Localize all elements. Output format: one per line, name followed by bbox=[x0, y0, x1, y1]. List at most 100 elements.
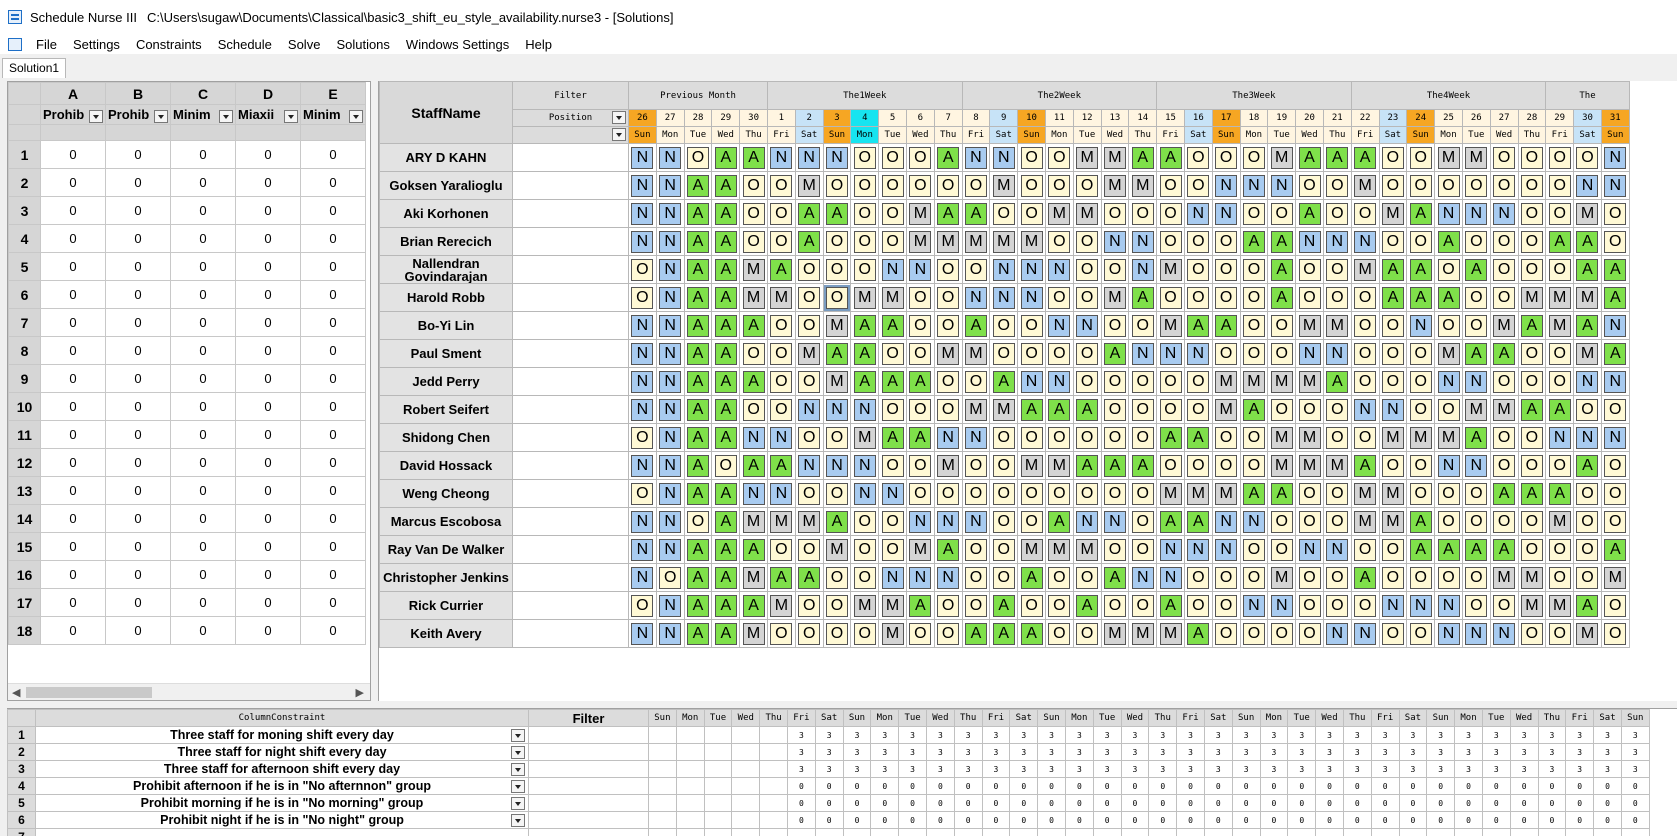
shift-cell[interactable]: O bbox=[822, 423, 852, 452]
shift-cell[interactable]: M bbox=[1378, 479, 1408, 508]
shift-cell[interactable]: N bbox=[1156, 535, 1185, 564]
shift-cell[interactable]: O bbox=[822, 619, 852, 648]
shift-cell[interactable]: O bbox=[1406, 479, 1436, 508]
shift-cell[interactable]: N bbox=[1489, 619, 1519, 648]
constraint-day-value[interactable] bbox=[703, 760, 733, 778]
shift-cell[interactable]: M bbox=[739, 255, 768, 284]
constraint-day-value[interactable]: 3 bbox=[1315, 760, 1344, 778]
chevron-down-icon[interactable] bbox=[349, 109, 363, 123]
constraint-day-value[interactable]: 0 bbox=[1231, 777, 1261, 795]
shift-cell[interactable]: O bbox=[1239, 311, 1269, 340]
shift-cell[interactable]: O bbox=[1600, 479, 1630, 508]
shift-cell[interactable]: N bbox=[628, 199, 657, 228]
constraint-day-value[interactable]: 3 bbox=[870, 726, 900, 744]
day-weekday[interactable]: Tue bbox=[878, 126, 907, 144]
shift-cell[interactable]: O bbox=[628, 591, 657, 620]
shift-cell[interactable]: O bbox=[1545, 563, 1575, 592]
constraint-day-value[interactable]: 0 bbox=[814, 811, 844, 829]
constraint-day-value[interactable]: 3 bbox=[870, 743, 900, 761]
shift-cell[interactable]: N bbox=[1434, 451, 1463, 480]
shift-cell[interactable]: M bbox=[1600, 563, 1630, 592]
shift-cell[interactable]: O bbox=[1573, 535, 1602, 564]
constraint-day-value[interactable]: 0 bbox=[1009, 777, 1039, 795]
shift-cell[interactable]: A bbox=[1072, 591, 1102, 620]
constraint-day-value[interactable]: 0 bbox=[1398, 794, 1428, 812]
shift-cell[interactable]: O bbox=[1545, 451, 1575, 480]
day-weekday[interactable]: Thu bbox=[1322, 126, 1352, 144]
constraint-day-value[interactable]: 0 bbox=[1481, 794, 1511, 812]
shift-cell[interactable]: O bbox=[711, 451, 741, 480]
constraint-day-value[interactable] bbox=[675, 811, 705, 829]
shift-cell[interactable]: O bbox=[1406, 171, 1436, 200]
shift-cell[interactable]: O bbox=[961, 171, 991, 200]
shift-cell[interactable]: M bbox=[1017, 227, 1046, 256]
shift-cell[interactable]: A bbox=[1600, 283, 1630, 312]
day-number[interactable]: 9 bbox=[989, 109, 1019, 127]
shift-cell[interactable]: M bbox=[1211, 395, 1241, 424]
shift-cell[interactable]: A bbox=[1600, 339, 1630, 368]
constraint-day-value[interactable] bbox=[759, 811, 788, 829]
shift-cell[interactable]: O bbox=[961, 591, 991, 620]
constraint-day-value[interactable]: 0 bbox=[1231, 794, 1261, 812]
constraint-day-value[interactable]: 3 bbox=[1565, 760, 1595, 778]
constraint-day-value[interactable]: 3 bbox=[1287, 760, 1317, 778]
constraint-day-value[interactable]: 0 bbox=[1259, 777, 1289, 795]
constraint-day-value[interactable] bbox=[675, 794, 705, 812]
shift-cell[interactable]: O bbox=[1489, 367, 1519, 396]
shift-cell[interactable]: O bbox=[1517, 619, 1547, 648]
shift-cell[interactable]: O bbox=[961, 535, 991, 564]
shift-cell[interactable]: O bbox=[1461, 311, 1491, 340]
shift-cell[interactable]: N bbox=[766, 479, 796, 508]
shift-cell[interactable]: O bbox=[1545, 339, 1575, 368]
chevron-down-icon[interactable] bbox=[89, 109, 103, 123]
shift-cell[interactable]: N bbox=[1295, 339, 1324, 368]
constraint-day-value[interactable]: 3 bbox=[842, 743, 872, 761]
shift-cell[interactable]: A bbox=[1072, 451, 1102, 480]
shift-cell[interactable]: M bbox=[822, 311, 852, 340]
shift-cell[interactable]: M bbox=[961, 339, 991, 368]
shift-cell[interactable]: M bbox=[1378, 199, 1408, 228]
constraint-day-value[interactable] bbox=[1426, 828, 1456, 836]
constraint-value-cell[interactable]: 0 bbox=[40, 616, 106, 645]
shift-cell[interactable]: A bbox=[905, 591, 935, 620]
shift-cell[interactable]: M bbox=[1517, 563, 1547, 592]
shift-cell[interactable]: O bbox=[683, 143, 713, 172]
constraint-value-cell[interactable]: 0 bbox=[40, 420, 106, 449]
shift-cell[interactable]: A bbox=[1183, 619, 1213, 648]
shift-cell[interactable]: O bbox=[1517, 255, 1547, 284]
shift-cell[interactable]: M bbox=[961, 227, 991, 256]
shift-cell[interactable]: A bbox=[850, 339, 880, 368]
shift-cell[interactable]: O bbox=[1295, 591, 1324, 620]
constraint-value-cell[interactable]: 0 bbox=[235, 476, 301, 505]
constraint-day-value[interactable]: 3 bbox=[1593, 726, 1622, 744]
shift-cell[interactable]: A bbox=[711, 619, 741, 648]
shift-cell[interactable]: N bbox=[628, 451, 657, 480]
shift-cell[interactable]: M bbox=[1072, 535, 1102, 564]
shift-cell[interactable]: N bbox=[1044, 311, 1074, 340]
day-number[interactable]: 20 bbox=[1295, 109, 1324, 127]
shift-cell[interactable]: N bbox=[655, 507, 685, 536]
constraint-day-value[interactable]: 3 bbox=[1342, 726, 1372, 744]
shift-cell[interactable]: M bbox=[1072, 143, 1102, 172]
shift-cell[interactable]: N bbox=[1378, 591, 1408, 620]
shift-cell[interactable]: N bbox=[1434, 591, 1463, 620]
shift-cell[interactable]: M bbox=[1295, 451, 1324, 480]
constraint-day-value[interactable]: 3 bbox=[842, 760, 872, 778]
shift-cell[interactable]: O bbox=[1072, 619, 1102, 648]
shift-cell[interactable]: M bbox=[850, 423, 880, 452]
shift-cell[interactable]: N bbox=[878, 563, 907, 592]
constraint-day-value[interactable]: 3 bbox=[925, 726, 955, 744]
shift-cell[interactable]: O bbox=[1350, 339, 1380, 368]
shift-cell[interactable]: N bbox=[933, 507, 963, 536]
shift-cell[interactable]: O bbox=[794, 535, 824, 564]
scroll-right-icon[interactable]: ▶ bbox=[356, 686, 364, 699]
constraint-day-value[interactable]: 0 bbox=[898, 777, 927, 795]
shift-cell[interactable]: O bbox=[794, 619, 824, 648]
shift-cell[interactable]: N bbox=[1211, 171, 1241, 200]
shift-cell[interactable]: M bbox=[1350, 479, 1380, 508]
constraint-day-value[interactable]: 0 bbox=[925, 777, 955, 795]
constraint-day-value[interactable]: 3 bbox=[786, 726, 816, 744]
shift-cell[interactable]: O bbox=[628, 479, 657, 508]
shift-cell[interactable]: N bbox=[1044, 255, 1074, 284]
day-weekday[interactable]: Tue bbox=[683, 126, 713, 144]
